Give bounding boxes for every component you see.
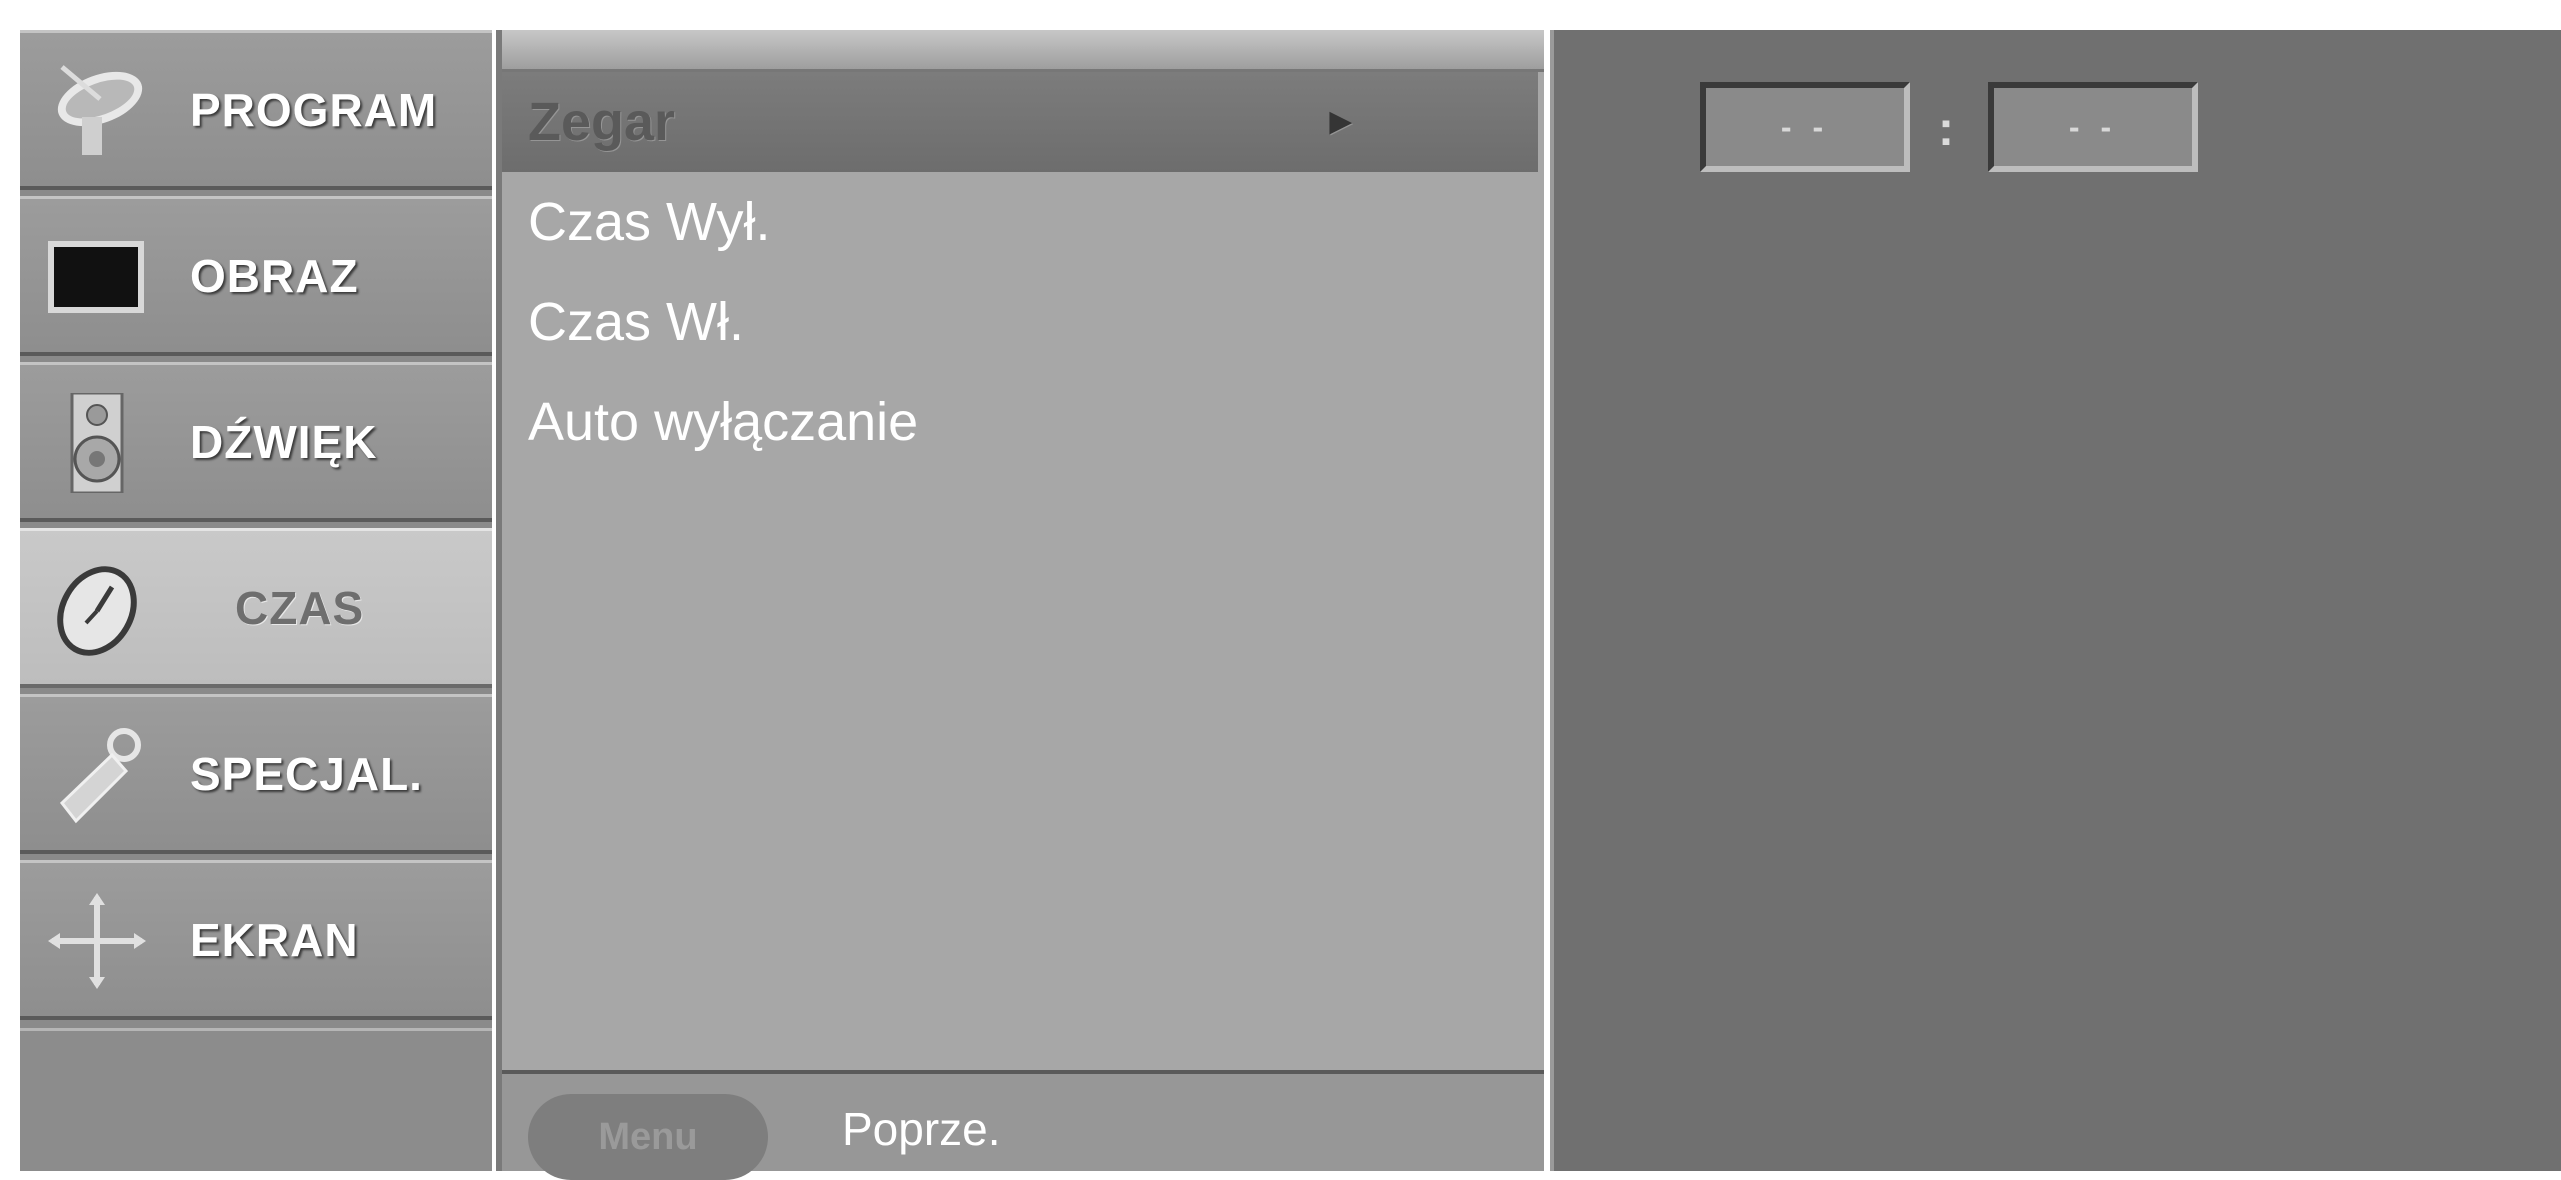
minutes-field[interactable]: - - xyxy=(1988,82,2198,172)
satellite-dish-icon xyxy=(42,61,152,161)
submenu-item-czas-wl[interactable]: Czas Wł. xyxy=(528,272,744,372)
category-label: SPECJAL. xyxy=(190,747,423,800)
submenu-item-label: Czas Wył. xyxy=(528,192,771,252)
category-label: OBRAZ xyxy=(190,249,359,302)
menu-button[interactable]: Menu xyxy=(528,1094,768,1180)
submenu-item-czas-wyl[interactable]: Czas Wył. xyxy=(528,172,771,272)
key-tag-icon xyxy=(42,725,152,825)
submenu-item-label: Czas Wł. xyxy=(528,292,744,352)
speaker-icon xyxy=(42,393,152,493)
submenu-footer: Menu Poprze. xyxy=(502,1070,1544,1180)
hours-field[interactable]: - - xyxy=(1700,82,1910,172)
back-hint: Poprze. xyxy=(842,1103,1001,1155)
clock-panel: - - : - - xyxy=(1550,30,2561,1171)
category-dzwiek[interactable]: DŹWIĘK xyxy=(20,362,492,522)
submenu-panel: Zegar ► Czas Wył. Czas Wł. Auto wyłączan… xyxy=(496,30,1544,1180)
category-label: PROGRAM xyxy=(190,83,438,136)
category-label: DŹWIĘK xyxy=(190,415,378,468)
submenu-item-auto-wylaczanie[interactable]: Auto wyłączanie xyxy=(528,372,918,472)
submenu-item-label: Zegar xyxy=(528,92,676,152)
submenu-header-bar xyxy=(502,30,1544,72)
category-program[interactable]: PROGRAM xyxy=(20,30,492,190)
submenu-item-zegar[interactable]: Zegar ► xyxy=(502,72,1538,172)
category-specjal[interactable]: SPECJAL. xyxy=(20,694,492,854)
category-obraz[interactable]: OBRAZ xyxy=(20,196,492,356)
tv-screen-icon xyxy=(42,227,152,327)
move-arrows-icon xyxy=(42,891,152,991)
category-label: CZAS xyxy=(235,581,365,634)
time-separator: : xyxy=(1938,103,1954,156)
submenu-item-label: Auto wyłączanie xyxy=(528,392,919,452)
category-filler xyxy=(20,1028,492,1171)
category-ekran[interactable]: EKRAN xyxy=(20,860,492,1020)
category-menu: PROGRAM OBRAZ DŹWIĘK CZAS SPECJAL. EKRAN xyxy=(20,30,492,1171)
category-label: EKRAN xyxy=(190,913,359,966)
chevron-right-icon: ► xyxy=(1322,101,1360,143)
category-czas[interactable]: CZAS xyxy=(20,528,492,688)
clock-icon xyxy=(42,559,152,659)
